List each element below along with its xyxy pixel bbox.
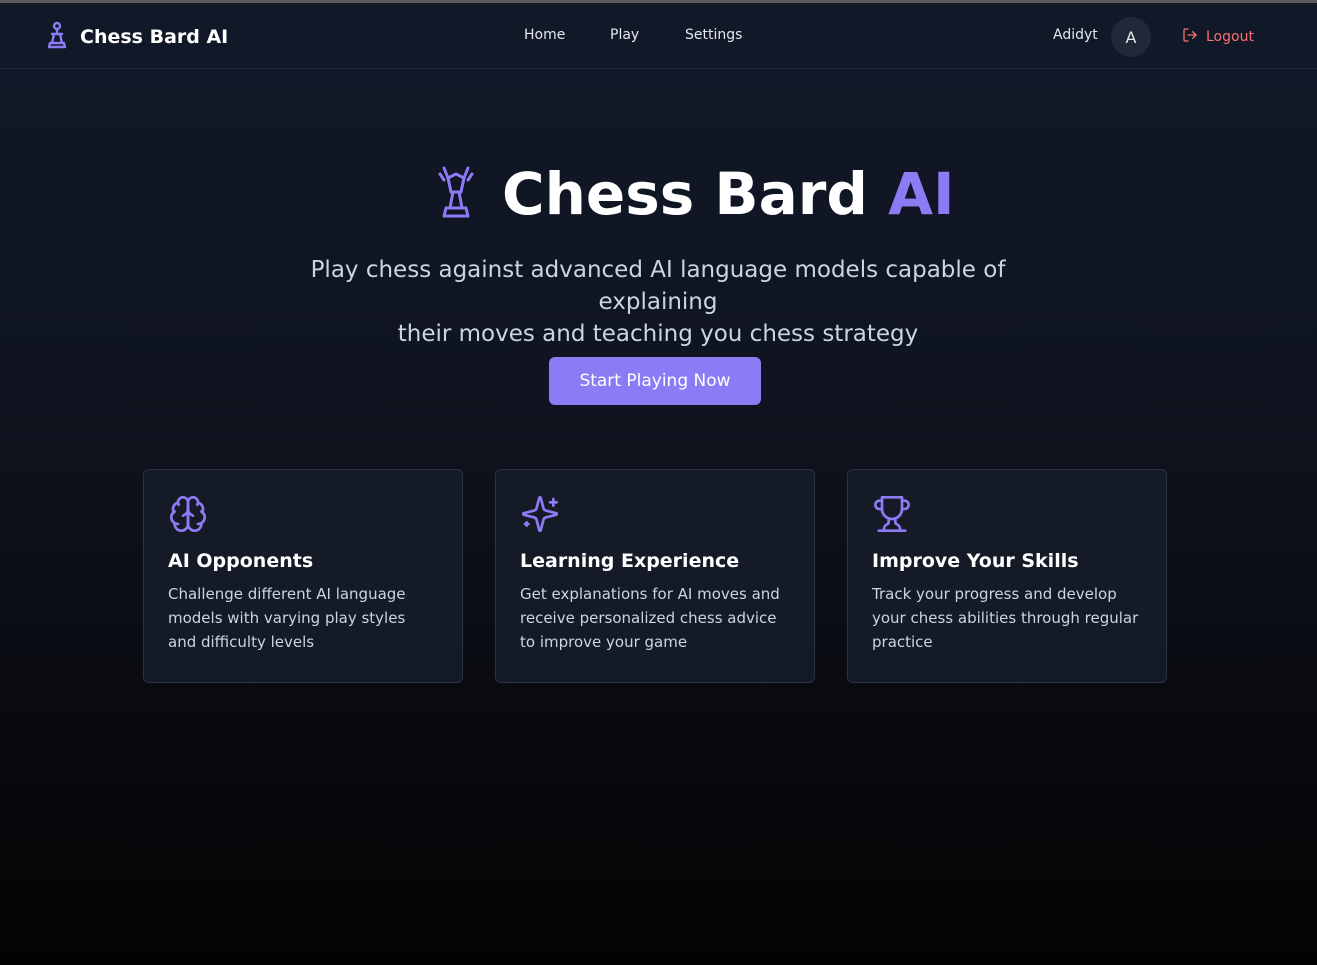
hero-heading-main: Chess Bard <box>502 160 889 228</box>
hero-title: Chess Bard AI <box>436 160 955 228</box>
logout-icon <box>1182 27 1198 47</box>
feature-description: Get explanations for AI moves and receiv… <box>520 585 780 651</box>
logout-label: Logout <box>1206 29 1254 45</box>
trophy-icon <box>872 494 912 534</box>
chess-king-icon <box>436 164 476 224</box>
hero-subtitle: Play chess against advanced AI language … <box>258 254 1058 350</box>
nav-play[interactable]: Play <box>610 27 639 43</box>
hero-subtitle-line2: their moves and teaching you chess strat… <box>397 321 919 347</box>
avatar[interactable]: A <box>1111 17 1151 57</box>
feature-description: Challenge different AI language models w… <box>168 585 406 651</box>
feature-title: Learning Experience <box>520 550 740 572</box>
chess-pawn-icon <box>46 21 68 53</box>
hero-heading: Chess Bard AI <box>502 160 955 228</box>
nav-settings[interactable]: Settings <box>685 27 742 43</box>
feature-card-ai-opponents: AI Opponents Challenge different AI lang… <box>143 469 463 683</box>
brain-icon <box>168 494 208 534</box>
hero-subtitle-line1: Play chess against advanced AI language … <box>310 257 1006 315</box>
feature-card-improve: Improve Your Skills Track your progress … <box>847 469 1167 683</box>
top-navbar: Chess Bard AI Home Play Settings Adidyt … <box>0 3 1317 69</box>
logout-button[interactable]: Logout <box>1182 27 1254 47</box>
feature-description: Track your progress and develop your che… <box>872 585 1139 651</box>
start-playing-button[interactable]: Start Playing Now <box>549 357 761 405</box>
hero-heading-accent: AI <box>888 160 955 228</box>
feature-card-learning: Learning Experience Get explanations for… <box>495 469 815 683</box>
sparkles-icon <box>520 494 560 534</box>
feature-title: AI Opponents <box>168 550 314 572</box>
brand[interactable]: Chess Bard AI <box>46 21 228 53</box>
feature-title: Improve Your Skills <box>872 550 1079 572</box>
nav-home[interactable]: Home <box>524 27 565 43</box>
user-name: Adidyt <box>1053 27 1098 43</box>
brand-name: Chess Bard AI <box>80 26 229 48</box>
